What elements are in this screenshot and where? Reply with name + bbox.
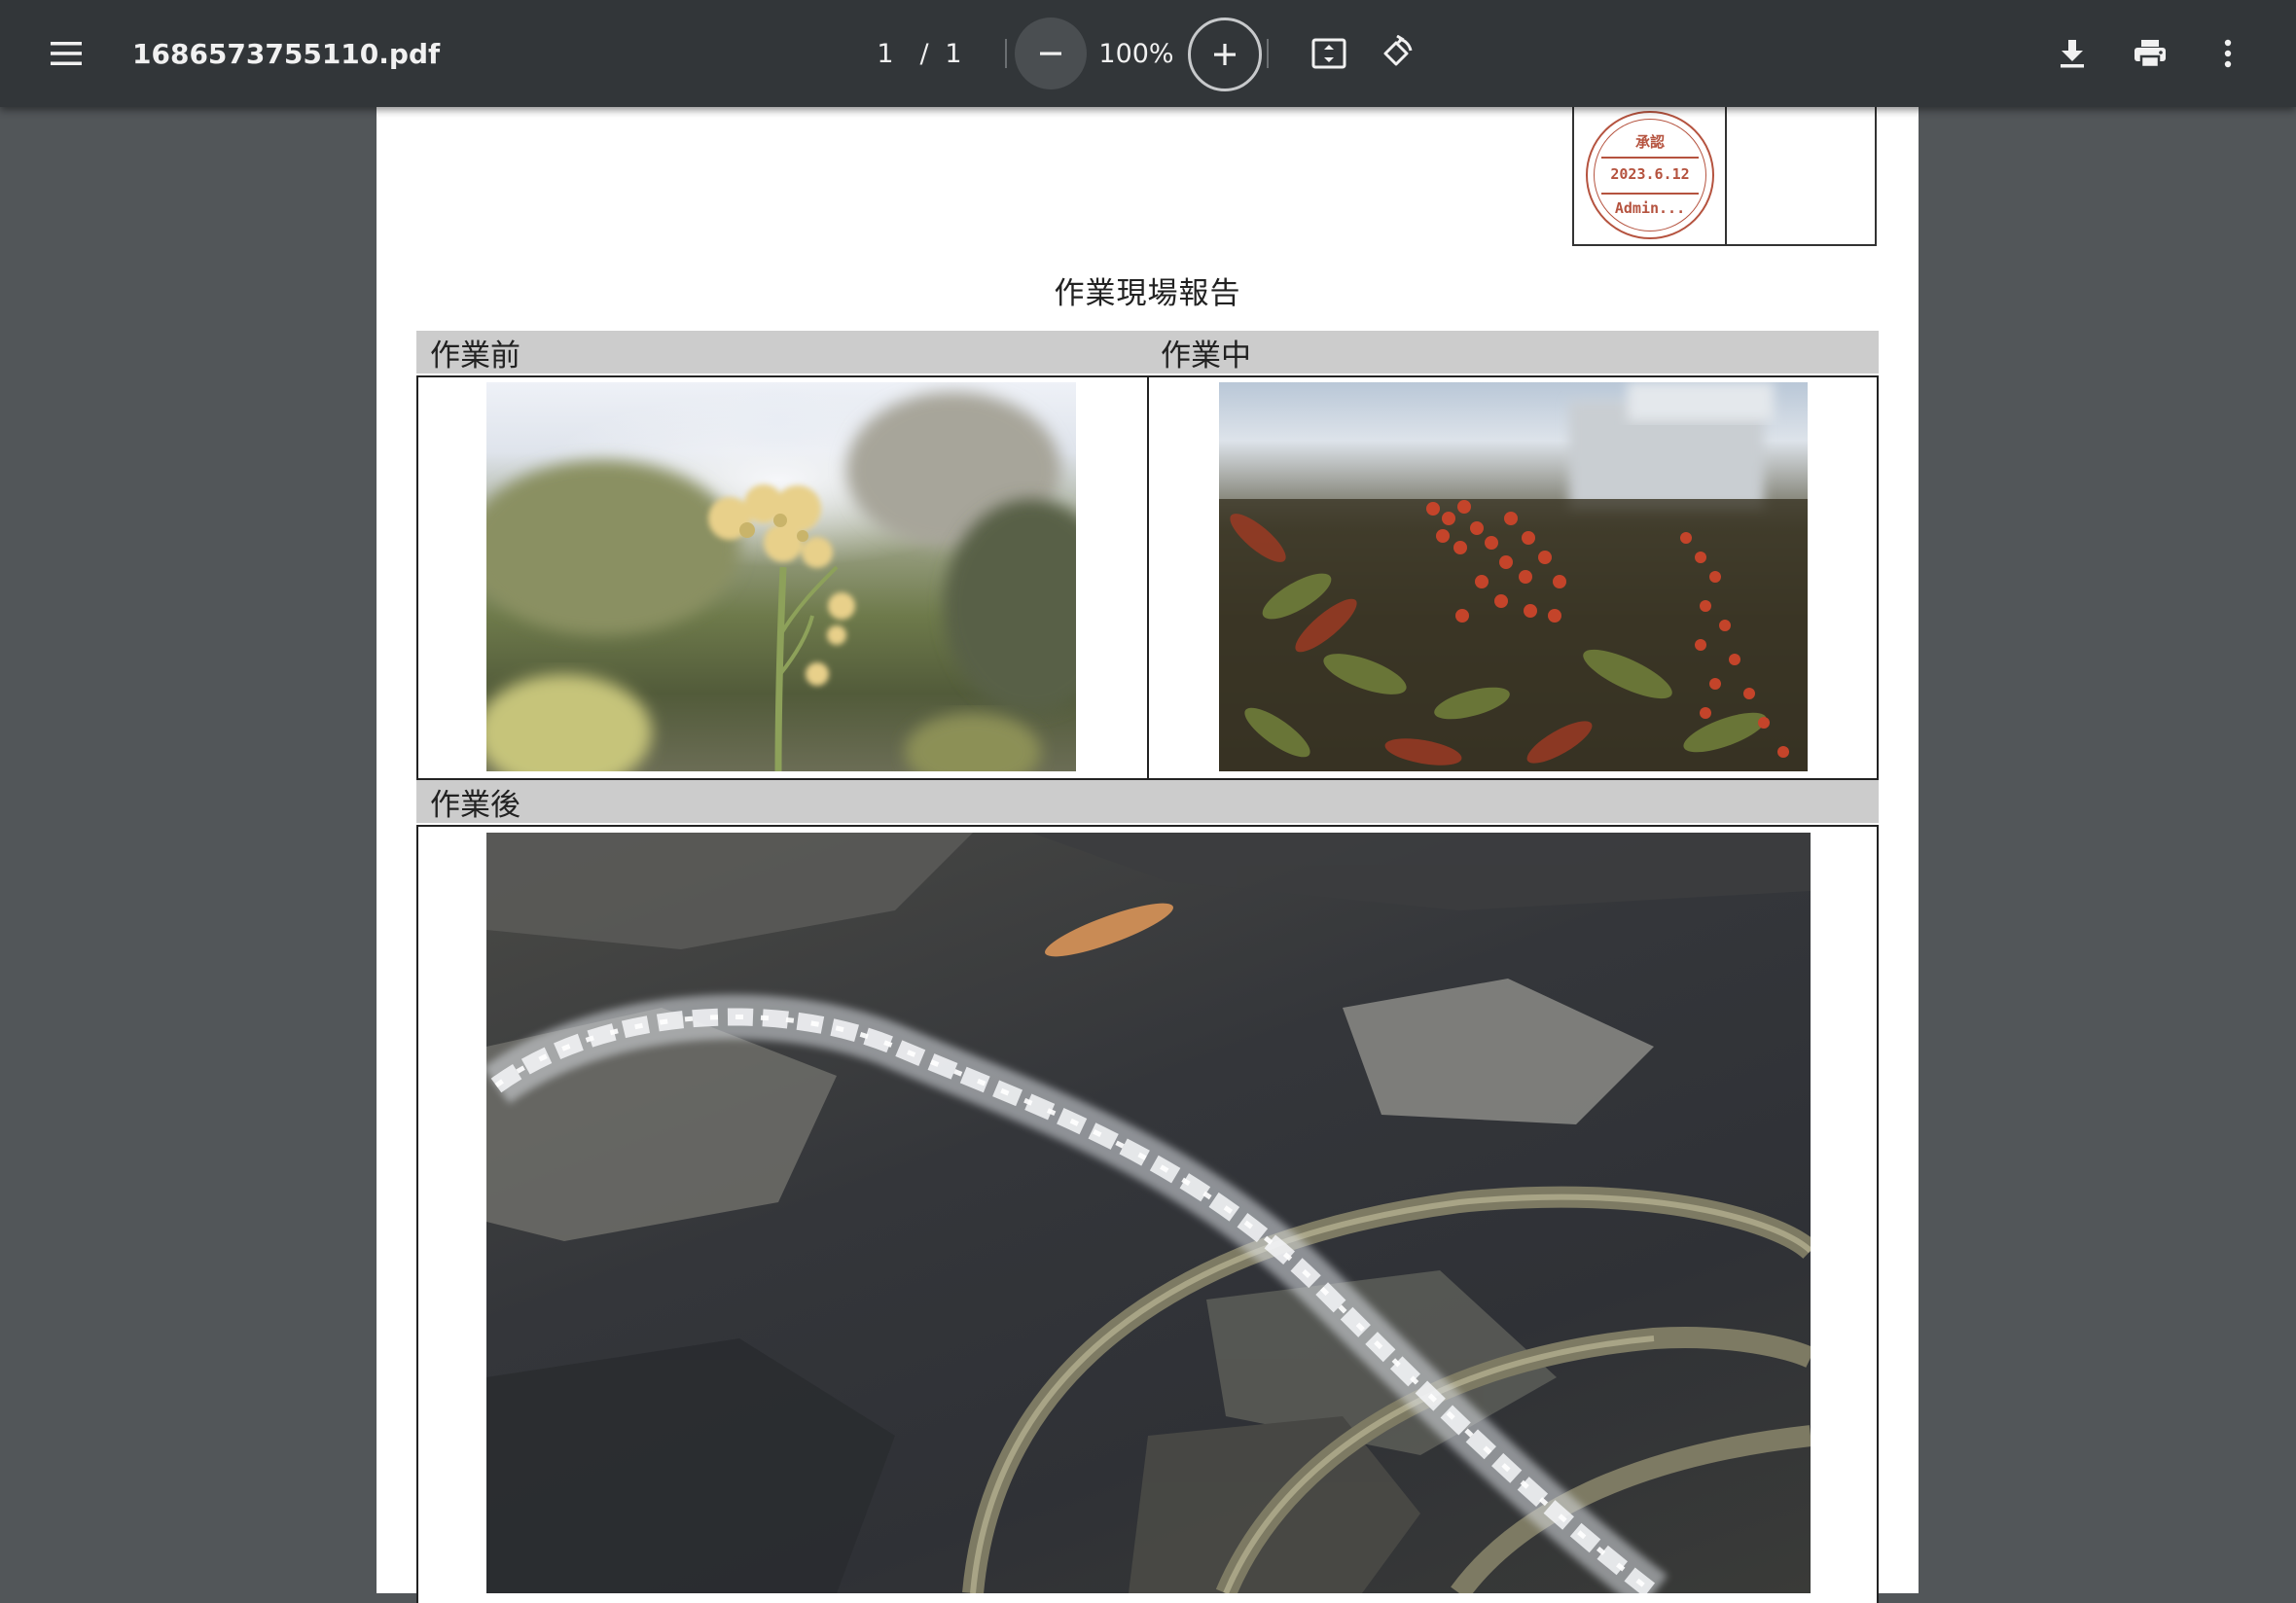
zoom-out-button[interactable] bbox=[1015, 18, 1087, 89]
hamburger-menu-icon bbox=[51, 42, 82, 65]
stamp-name: Admin... bbox=[1614, 199, 1686, 217]
zoom-in-button[interactable] bbox=[1188, 18, 1262, 91]
page-total: 1 bbox=[945, 38, 962, 69]
berries-photo-illustration bbox=[1219, 382, 1808, 771]
stamp-date: 2023.6.12 bbox=[1610, 165, 1690, 183]
photo-during-berries bbox=[1219, 382, 1808, 771]
plus-icon bbox=[1214, 44, 1236, 65]
toolbar-divider bbox=[1267, 39, 1269, 68]
print-icon bbox=[2135, 40, 2166, 69]
section-header-after: 作業後 bbox=[416, 780, 1879, 823]
stamp-title: 承認 bbox=[1634, 133, 1665, 151]
fit-to-page-icon bbox=[1311, 38, 1346, 69]
rotate-button[interactable] bbox=[1367, 24, 1425, 83]
section-header-during: 作業中 bbox=[1147, 331, 1879, 374]
rotate-counterclockwise-icon bbox=[1383, 35, 1413, 66]
print-button[interactable] bbox=[2121, 24, 2179, 83]
stamp-rule bbox=[1601, 193, 1699, 195]
menu-button[interactable] bbox=[37, 24, 95, 83]
page-number-input[interactable]: 1 bbox=[856, 0, 915, 107]
document-title: 作業現場報告 bbox=[1054, 276, 1241, 311]
fit-to-page-button[interactable] bbox=[1300, 24, 1358, 83]
toolbar-divider bbox=[1005, 39, 1007, 68]
flower-photo-illustration bbox=[486, 392, 1076, 771]
photo-before-flower bbox=[486, 382, 1076, 771]
download-icon bbox=[2061, 40, 2084, 68]
approval-box-divider bbox=[1725, 107, 1727, 244]
zoom-level[interactable]: 100% bbox=[1092, 0, 1181, 107]
document-filename: 1686573755110.pdf bbox=[132, 37, 441, 70]
water-photo-illustration bbox=[486, 833, 1811, 1593]
photo-after-water-stream bbox=[486, 833, 1811, 1593]
download-button[interactable] bbox=[2043, 24, 2101, 83]
approval-stamp: 承認 2023.6.12 Admin... bbox=[1586, 111, 1714, 239]
more-actions-button[interactable] bbox=[2199, 24, 2257, 83]
minus-icon bbox=[1040, 52, 1061, 55]
pdf-toolbar: 1686573755110.pdf 1 / 1 100% bbox=[0, 0, 2296, 107]
section-header-before: 作業前 bbox=[416, 331, 1149, 374]
stamp-rule bbox=[1601, 157, 1699, 159]
more-vertical-icon bbox=[2224, 39, 2232, 68]
